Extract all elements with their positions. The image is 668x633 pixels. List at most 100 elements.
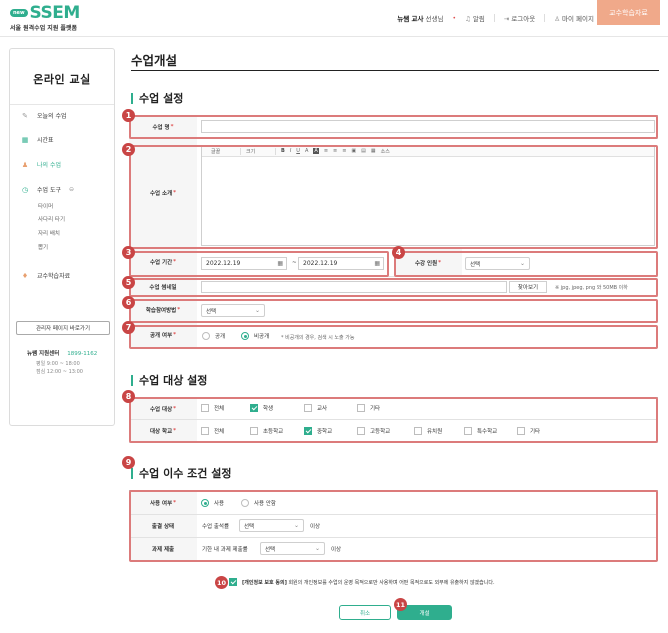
chevron-down-icon: ⌄ [254,307,260,314]
hours-weekday: 평일 9:00 ~ 18:00 [36,361,80,367]
rich-text-editor[interactable]: 글꼴 크기 B I U A A ≡ ≡ ≡ ▣ ▤ ▦ 소스 [201,145,655,246]
bell-icon: ♫ [465,15,471,23]
sidebar-item-label: 오늘의 수업 [37,113,67,120]
source-button[interactable]: 소스 [381,148,390,155]
checkbox-icon [357,427,365,435]
media-button[interactable]: ▦ [371,148,376,154]
label-assignment: 과제 제출 [129,538,197,560]
badge-6: 6 [122,296,135,309]
method-select[interactable]: 선택 ⌄ [201,304,265,317]
private-radio[interactable]: 비공개 [241,332,269,340]
privacy-text: 회원의 개인정보를 수업의 운영 목적으로만 사용하며 어떤 목적으로도 외부에… [288,579,495,586]
lightbulb-icon: ♦ [21,271,29,280]
label-attendance: 출결 상태 [129,515,197,537]
sidebar-subitem-ladder[interactable]: 사다리 타기 [38,215,65,223]
logo-subtitle: 서울 원격수업 지원 플랫폼 [10,25,77,32]
support-label: 뉴쌤 지원센터 [27,351,60,357]
class-name-input[interactable] [201,120,655,133]
alarm-link[interactable]: ♫ 알림 [465,13,485,23]
badge-2: 2 [122,143,135,156]
mypage-link[interactable]: ♙ 마이 페이지 [554,13,594,23]
teaching-materials-button[interactable]: 교수학습자료 [597,0,660,25]
sidebar-item-my-class[interactable]: ♟ 나의 수업 [21,160,61,170]
assignment-select[interactable]: 선택 ⌄ [260,542,325,555]
use-off-radio[interactable]: 사용 안함 [241,499,276,507]
align-left-button[interactable]: ≡ [324,148,328,154]
privacy-consent-checkbox[interactable]: [개인정보 보호 동의] 회원의 개인정보를 수업의 운영 목적으로만 사용하며… [229,578,495,586]
radio-icon [201,499,209,507]
capacity-select[interactable]: 선택 ⌄ [465,257,530,270]
section-bar [131,374,133,386]
label-period: 수업 기간 * [129,248,197,276]
align-center-button[interactable]: ≡ [333,148,337,154]
align-right-button[interactable]: ≡ [342,148,346,154]
start-date-input[interactable]: 2022.12.19 ▦ [201,257,287,270]
target-other-checkbox[interactable]: 기타 [357,404,380,412]
sidebar-item-materials[interactable]: ♦ 교수학습자료 [21,271,71,281]
end-date-input[interactable]: 2022.12.19 ▦ [298,257,384,270]
browse-button[interactable]: 찾아보기 [509,281,547,293]
target-all-checkbox[interactable]: 전체 [201,404,224,412]
school-middle-checkbox[interactable]: 중학교 [304,427,332,435]
assignment-prefix: 기한 내 과제 제출률 [202,547,248,553]
logo[interactable]: new SSEM 서울 원격수업 지원 플랫폼 [10,5,80,32]
admin-page-button[interactable]: 관리자 페이지 바로가기 [16,321,110,335]
italic-button[interactable]: I [290,148,291,154]
school-high-checkbox[interactable]: 고등학교 [357,427,390,435]
school-kindergarten-checkbox[interactable]: 유치원 [414,427,442,435]
school-all-checkbox[interactable]: 전체 [201,427,224,435]
checkbox-icon [464,427,472,435]
sidebar-subitem-draw[interactable]: 뽑기 [38,243,48,251]
checkbox-icon [357,404,365,412]
chevron-down-icon: ⌄ [519,260,525,267]
school-other-checkbox[interactable]: 기타 [517,427,540,435]
public-radio[interactable]: 공개 [202,332,225,340]
calendar-icon: ▦ [21,135,29,144]
badge-8: 8 [122,390,135,403]
attendance-select[interactable]: 선택 ⌄ [239,519,304,532]
stopwatch-icon: ◷ [21,185,29,194]
sidebar-title: 온라인 교실 [33,73,91,86]
target-student-checkbox[interactable]: 학생 [250,404,273,412]
calendar-icon[interactable]: ▦ [374,260,380,267]
image-button[interactable]: ▣ [351,148,356,154]
sidebar-subitem-seating[interactable]: 자리 배치 [38,229,60,237]
label-public: 공개 여부 * [129,323,197,347]
sidebar-item-timetable[interactable]: ▦ 시간표 [21,135,54,145]
table-button[interactable]: ▤ [361,148,366,154]
highlight-button[interactable]: A [313,148,319,154]
checkbox-icon [201,404,209,412]
user-icon: ♙ [554,15,561,23]
sidebar-subitem-timer[interactable]: 타이머 [38,202,53,210]
cancel-button[interactable]: 취소 [339,605,391,620]
hours-lunch: 점심 12:00 ~ 13:00 [36,369,83,375]
checkbox-icon [201,427,209,435]
use-on-radio[interactable]: 사용 [201,499,224,507]
checkbox-icon [250,427,258,435]
sidebar-divider [10,104,114,105]
calendar-icon[interactable]: ▦ [277,260,283,267]
collapse-icon[interactable]: ⊖ [69,186,74,193]
person-icon: ♟ [21,160,29,169]
assignment-suffix: 이상 [331,547,342,553]
attendance-prefix: 수업 출석률 [202,524,230,530]
thumbnail-path-input[interactable] [201,281,507,293]
underline-button[interactable]: U [296,148,300,154]
support-phone: 1899-1162 [67,351,98,357]
sidebar-item-label: 교수학습자료 [37,273,71,280]
label-school: 대상 학교 * [129,420,197,442]
page-title: 수업개설 [131,53,178,68]
school-special-checkbox[interactable]: 특수학교 [464,427,497,435]
school-elementary-checkbox[interactable]: 초등학교 [250,427,283,435]
sidebar-item-tools[interactable]: ◷ 수업 도구 ⊖ [21,185,74,195]
logout-link[interactable]: ⇥ 로그아웃 [504,13,535,23]
bold-button[interactable]: B [281,148,285,154]
font-size-select[interactable]: 크기 [246,147,276,155]
editor-toolbar: 글꼴 크기 B I U A A ≡ ≡ ≡ ▣ ▤ ▦ 소스 [202,146,654,157]
font-color-button[interactable]: A [305,148,308,154]
font-family-select[interactable]: 글꼴 [211,147,241,155]
sidebar-item-today[interactable]: ✎ 오늘의 수업 [21,111,67,121]
target-teacher-checkbox[interactable]: 교사 [304,404,327,412]
pencil-icon: ✎ [22,111,28,120]
badge-11: 11 [394,598,407,611]
